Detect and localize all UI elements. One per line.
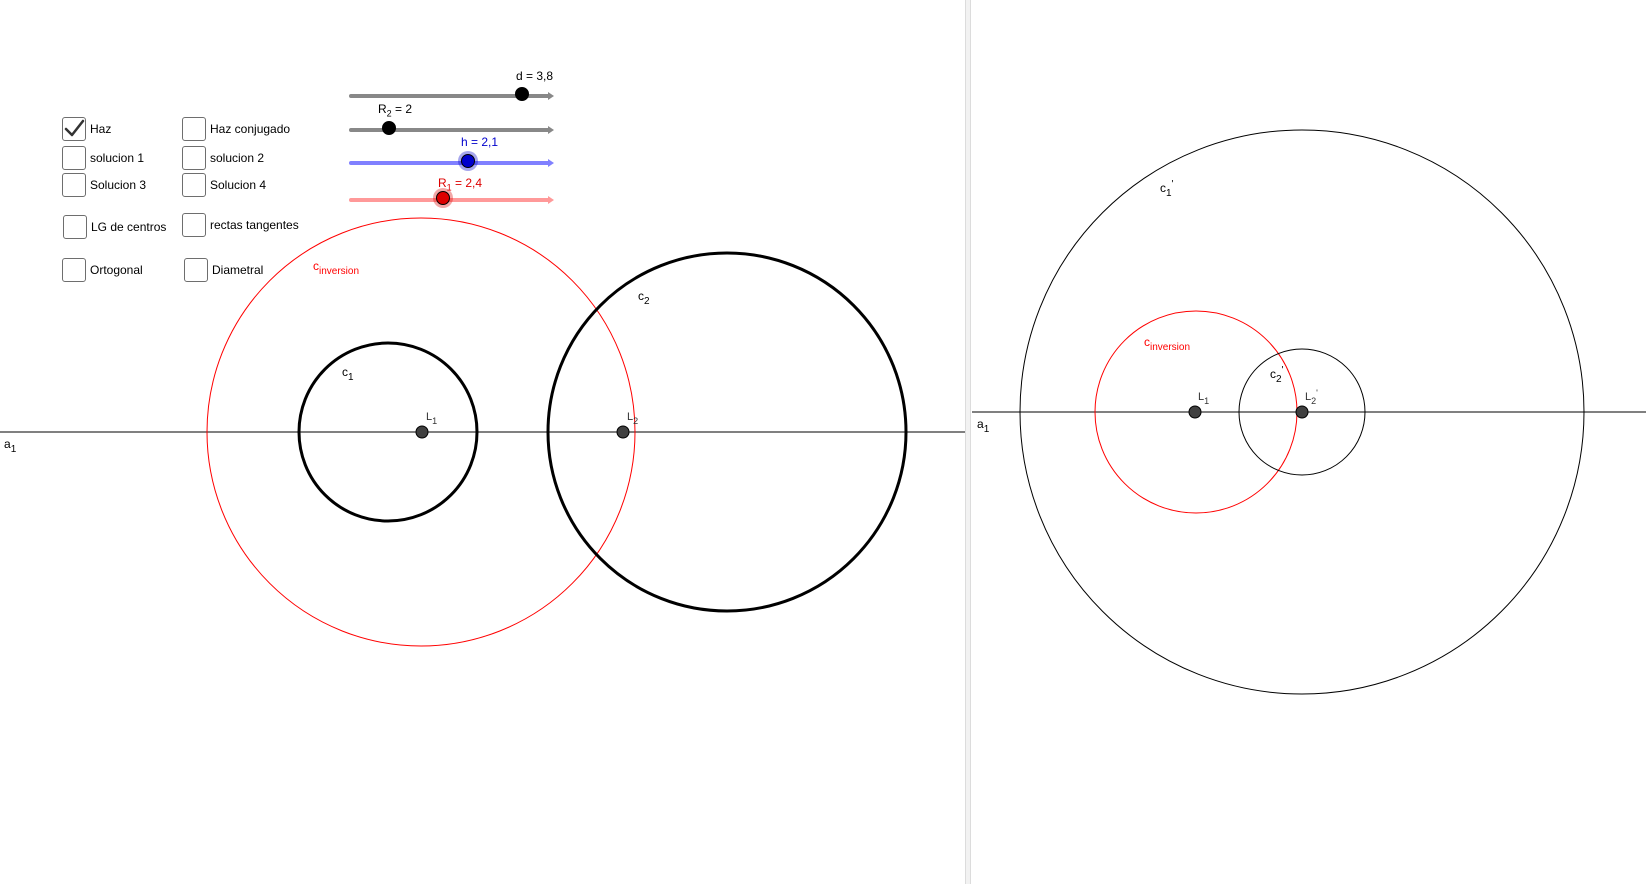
label-c1-prime: c1' [1160,179,1174,199]
point-L2[interactable] [616,425,630,439]
checkbox-label: Diametral [212,263,264,277]
label-c2: c2 [638,289,650,307]
checkbox-box[interactable] [62,146,86,170]
checkbox-ortogonal[interactable]: Ortogonal [62,258,143,282]
checkbox-box[interactable] [62,258,86,282]
label-c-inversion: cinversion [313,259,359,277]
label-L1: L1 [426,411,437,426]
label-a1: a1 [4,437,17,455]
right-graphics-view[interactable]: a1 c1' cinversion c2' L1 L2' [972,129,1646,695]
view-divider[interactable] [965,0,971,884]
checkbox-haz-conjugado[interactable]: Haz conjugado [182,117,290,141]
point-L1[interactable] [415,425,429,439]
checkbox-label: Haz [90,122,112,136]
checkbox-box[interactable] [184,258,208,282]
slider-d-label: d = 3,8 [516,69,554,83]
checkbox-solucion-1[interactable]: solucion 1 [62,146,144,170]
label-L2-prime: L2' [1305,388,1318,406]
checkbox-solucion-3[interactable]: Solucion 3 [62,173,146,197]
checkbox-label: Haz conjugado [210,122,291,136]
checkbox-diametral[interactable]: Diametral [184,258,263,282]
slider-r2-label: R2 = 2 [378,102,413,119]
checkbox-lg-de-centros[interactable]: LG de centros [63,215,166,239]
checkbox-label: solucion 2 [210,151,265,165]
slider-arrow-icon [548,126,554,134]
checkbox-label: rectas tangentes [210,218,299,232]
checkbox-solucion-2[interactable]: solucion 2 [182,146,264,170]
slider-track[interactable] [349,128,550,132]
slider-track[interactable] [349,161,550,165]
label-c-inversion-right: cinversion [1144,335,1190,353]
slider-arrow-icon [548,92,554,100]
label-L2: L2 [627,411,638,426]
checkbox-box[interactable] [182,117,206,141]
checkbox-box[interactable] [63,215,87,239]
checkbox-label: Ortogonal [90,263,143,277]
slider-knob[interactable] [435,191,450,205]
checkbox-haz[interactable]: Haz [62,117,111,141]
checkbox-solucion-4[interactable]: Solucion 4 [182,173,266,197]
point-L2-prime[interactable] [1295,405,1309,419]
label-c2-prime: c2' [1270,365,1284,385]
checkbox-label: Solucion 3 [90,178,147,192]
checkbox-box[interactable] [182,173,206,197]
checkbox-box[interactable] [182,213,206,237]
slider-h-label: h = 2,1 [461,135,499,149]
left-graphics-view[interactable]: a1 cinversion c1 c2 L1 L2 [0,217,965,647]
label-L1-right: L1 [1198,391,1209,406]
check-icon [64,119,85,137]
checkbox-label: LG de centros [91,220,167,234]
slider-arrow-icon [548,159,554,167]
checkbox-box[interactable] [62,173,86,197]
slider-knob[interactable] [381,121,396,135]
checkbox-box[interactable] [182,146,206,170]
point-L1-right[interactable] [1188,405,1202,419]
checkbox-label: solucion 1 [90,151,145,165]
label-c1: c1 [342,365,354,383]
checkbox-label: Solucion 4 [210,178,267,192]
label-a1-right: a1 [977,417,990,435]
slider-arrow-icon [548,196,554,204]
checkbox-rectas-tangentes[interactable]: rectas tangentes [182,213,299,237]
checkbox-box[interactable] [62,117,86,141]
